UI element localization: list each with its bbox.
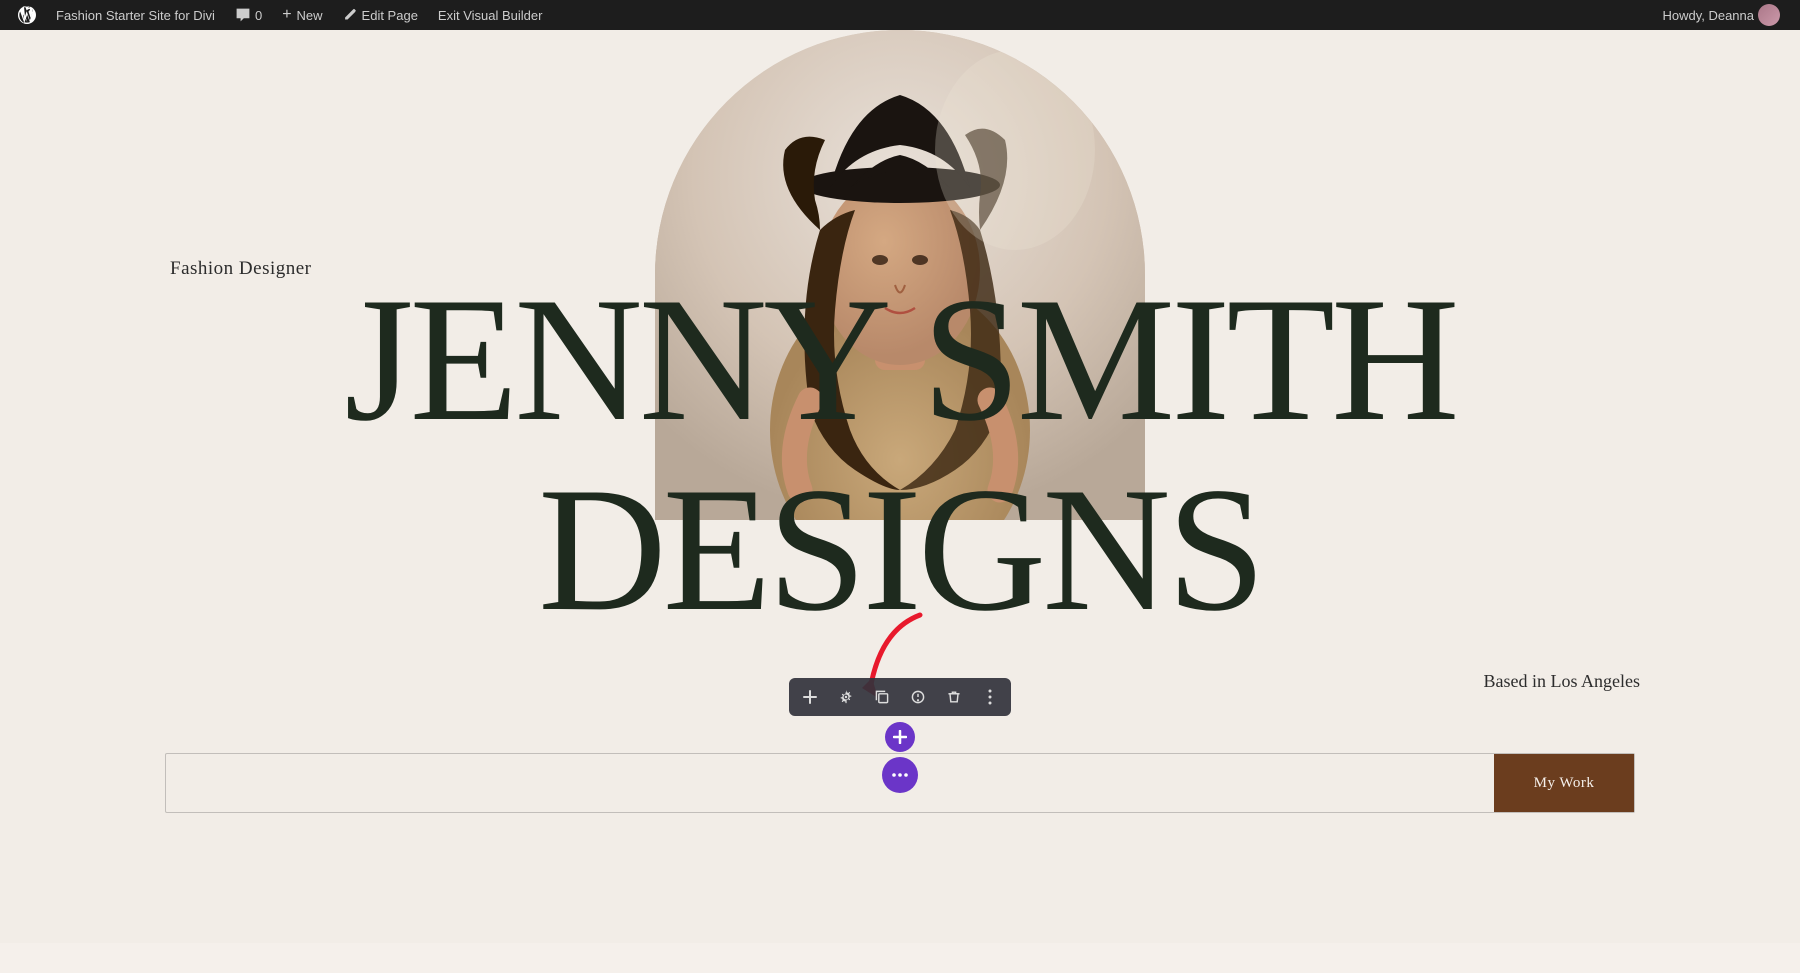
admin-bar: Fashion Starter Site for Divi 0 + New Ed… <box>0 0 1800 30</box>
site-title-button[interactable]: Fashion Starter Site for Divi <box>46 0 225 30</box>
toolbar-more-button[interactable] <box>973 682 1007 712</box>
site-title-text: Fashion Starter Site for Divi <box>56 8 215 23</box>
howdy-text: Howdy, Deanna <box>1662 8 1754 23</box>
hero-title-line1: JENNY SMITH <box>0 270 1800 448</box>
hero-title-line2: DESIGNS <box>0 460 1800 638</box>
exit-visual-builder-button[interactable]: Exit Visual Builder <box>428 0 553 30</box>
add-row-button[interactable] <box>885 722 915 752</box>
main-content: Fashion Designer JENNY SMITH DESIGNS Bas… <box>0 30 1800 943</box>
fashion-designer-label: Fashion Designer <box>170 258 312 280</box>
my-work-button[interactable]: My Work <box>1494 754 1634 812</box>
comment-count-text: 0 <box>255 8 262 23</box>
edit-page-button[interactable]: Edit Page <box>333 0 428 30</box>
user-greeting: Howdy, Deanna <box>1662 4 1792 26</box>
toolbar-delete-button[interactable] <box>937 682 971 712</box>
toolbar-add-button[interactable] <box>793 682 827 712</box>
comment-count-button[interactable]: 0 <box>225 0 272 30</box>
edit-page-label: Edit Page <box>362 8 418 23</box>
toolbar-disable-button[interactable] <box>901 682 935 712</box>
toolbar-settings-button[interactable] <box>829 682 863 712</box>
toolbar-duplicate-button[interactable] <box>865 682 899 712</box>
more-options-button[interactable] <box>882 757 918 793</box>
based-in-label: Based in Los Angeles <box>1484 671 1640 692</box>
new-button[interactable]: + New <box>272 0 332 30</box>
user-avatar[interactable] <box>1758 4 1780 26</box>
exit-vb-label: Exit Visual Builder <box>438 8 543 23</box>
divi-row-toolbar <box>789 678 1011 716</box>
wp-logo-button[interactable] <box>8 0 46 30</box>
new-label: New <box>297 8 323 23</box>
